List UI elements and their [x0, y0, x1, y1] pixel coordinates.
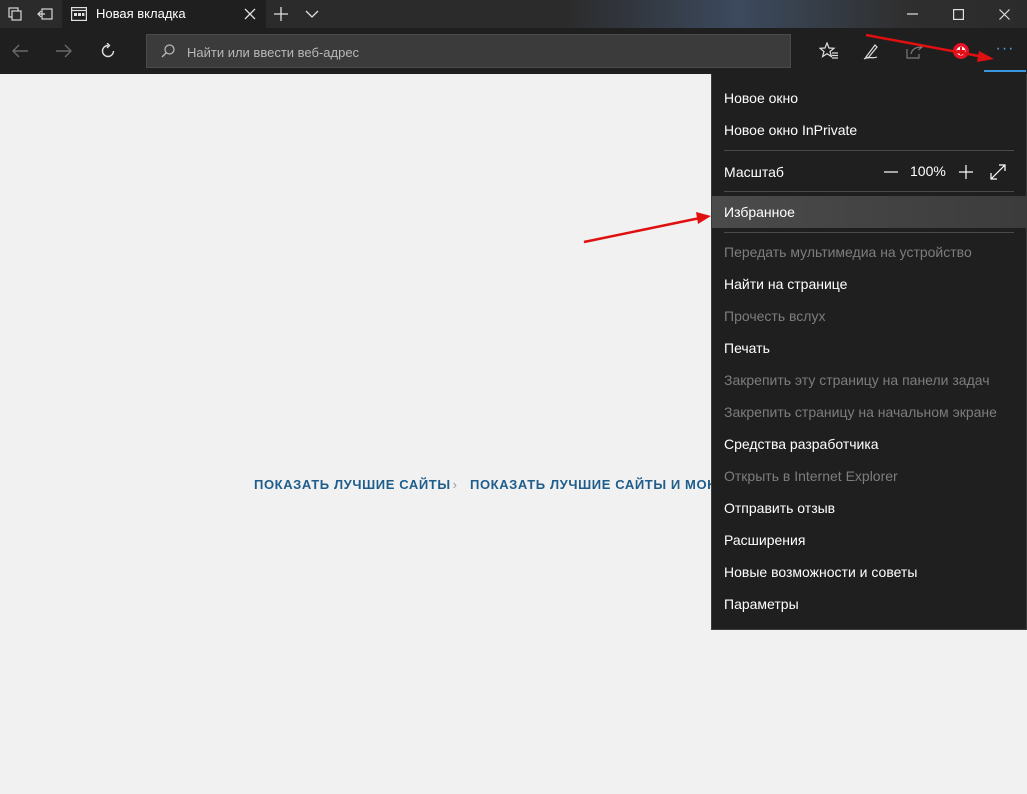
- show-top-sites-and-feed-link[interactable]: ПОКАЗАТЬ ЛУЧШИЕ САЙТЫ И МОЮ: [470, 477, 721, 492]
- menu-item-label: Параметры: [724, 596, 799, 612]
- extension-icon[interactable]: [941, 32, 981, 70]
- forward-button[interactable]: [44, 32, 84, 70]
- menu-item-extensions[interactable]: Расширения: [712, 524, 1026, 556]
- tab-preview-chevron-icon[interactable]: [297, 0, 327, 28]
- tab-title: Новая вкладка: [96, 6, 186, 21]
- menu-item-label: Избранное: [724, 204, 795, 220]
- zoom-value: 100%: [910, 163, 946, 179]
- zoom-in-button[interactable]: [956, 162, 976, 182]
- menu-item-pin-taskbar[interactable]: Закрепить эту страницу на панели задач: [712, 364, 1026, 396]
- menu-divider: [724, 150, 1014, 151]
- menu-item-label: Печать: [724, 340, 770, 356]
- menu-item-label: Открыть в Internet Explorer: [724, 468, 898, 484]
- settings-more-menu: Новое окно Новое окно InPrivate Масштаб …: [711, 74, 1027, 630]
- menu-item-cast-media[interactable]: Передать мультимедиа на устройство: [712, 236, 1026, 268]
- menu-item-label: Закрепить страницу на начальном экране: [724, 404, 997, 420]
- address-input[interactable]: [185, 42, 765, 62]
- menu-divider: [724, 191, 1014, 192]
- menu-item-label: Найти на странице: [724, 276, 848, 292]
- menu-item-label: Новое окно: [724, 90, 799, 106]
- menu-item-send-feedback[interactable]: Отправить отзыв: [712, 492, 1026, 524]
- address-bar[interactable]: [146, 34, 791, 68]
- pen-notes-icon[interactable]: [852, 32, 892, 70]
- zoom-out-button[interactable]: [882, 162, 900, 182]
- back-button[interactable]: [0, 32, 40, 70]
- tab-bar: Новая вкладка: [0, 0, 1027, 28]
- menu-item-new-window[interactable]: Новое окно: [712, 82, 1026, 114]
- share-icon[interactable]: [895, 32, 935, 70]
- menu-item-label: Новые возможности и советы: [724, 564, 918, 580]
- close-tab-icon[interactable]: [242, 6, 258, 22]
- menu-item-find-on-page[interactable]: Найти на странице: [712, 268, 1026, 300]
- menu-item-label: Средства разработчика: [724, 436, 879, 452]
- more-menu-button[interactable]: ···: [984, 32, 1026, 72]
- menu-item-label: Новое окно InPrivate: [724, 122, 858, 138]
- menu-item-read-aloud[interactable]: Прочесть вслух: [712, 300, 1026, 332]
- menu-item-favorites[interactable]: Избранное: [712, 196, 1026, 228]
- minimize-button[interactable]: [889, 0, 935, 28]
- menu-item-whats-new[interactable]: Новые возможности и советы: [712, 556, 1026, 588]
- search-icon: [161, 44, 175, 63]
- chevron-right-icon: ›: [452, 477, 458, 492]
- set-aside-tabs-icon[interactable]: [30, 0, 60, 28]
- menu-item-label: Отправить отзыв: [724, 500, 836, 516]
- new-tab-plus-icon[interactable]: [266, 0, 296, 28]
- menu-item-settings[interactable]: Параметры: [712, 588, 1026, 620]
- menu-item-open-ie[interactable]: Открыть в Internet Explorer: [712, 460, 1026, 492]
- new-tab-page-icon: [71, 7, 88, 26]
- favorites-star-icon[interactable]: [809, 32, 849, 70]
- zoom-label: Масштаб: [724, 164, 784, 180]
- menu-zoom-row: Масштаб 100%: [712, 156, 1026, 188]
- navigation-toolbar: ···: [0, 28, 1027, 74]
- show-top-sites-label: ПОКАЗАТЬ ЛУЧШИЕ САЙТЫ: [254, 477, 451, 492]
- tab-manager-icon[interactable]: [0, 0, 30, 28]
- menu-item-label: Расширения: [724, 532, 806, 548]
- menu-item-print[interactable]: Печать: [712, 332, 1026, 364]
- show-top-sites-and-feed-label: ПОКАЗАТЬ ЛУЧШИЕ САЙТЫ И МОЮ: [470, 477, 722, 492]
- refresh-button[interactable]: [88, 32, 128, 70]
- fullscreen-icon[interactable]: [988, 162, 1008, 182]
- tab-new-tab[interactable]: Новая вкладка: [62, 0, 266, 28]
- menu-item-dev-tools[interactable]: Средства разработчика: [712, 428, 1026, 460]
- menu-item-label: Прочесть вслух: [724, 308, 826, 324]
- menu-item-label: Передать мультимедиа на устройство: [724, 244, 972, 260]
- more-dots-icon: ···: [995, 40, 1015, 57]
- show-top-sites-link[interactable]: ПОКАЗАТЬ ЛУЧШИЕ САЙТЫ ›: [254, 477, 458, 492]
- menu-item-pin-start[interactable]: Закрепить страницу на начальном экране: [712, 396, 1026, 428]
- close-window-button[interactable]: [981, 0, 1027, 28]
- menu-divider: [724, 232, 1014, 233]
- menu-item-new-inprivate-window[interactable]: Новое окно InPrivate: [712, 114, 1026, 146]
- maximize-button[interactable]: [935, 0, 981, 28]
- menu-item-label: Закрепить эту страницу на панели задач: [724, 372, 990, 388]
